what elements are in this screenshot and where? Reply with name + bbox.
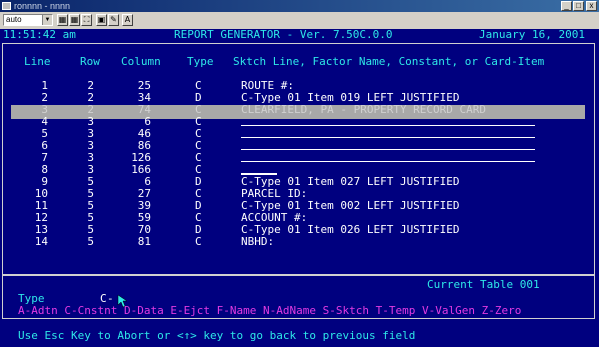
header-title: REPORT GENERATOR - Ver. 7.50C.0.0 [174,28,393,41]
mark-icon[interactable]: ▦ [57,14,68,26]
col-header-column: Column [121,55,161,68]
col-header-row: Row [80,55,100,68]
row-row-value: 5 [87,235,95,248]
row-line-number: 14 [34,235,49,248]
header-date: January 16, 2001 [479,28,585,41]
row-content-underline [241,137,535,138]
col-header-content: Sktch Line, Factor Name, Constant, or Ca… [233,55,545,68]
short-underline [241,174,277,175]
title-bar: ronnnn - nnnn _ □ x [0,0,599,12]
chevron-down-icon[interactable]: ▼ [42,15,52,25]
type-options: A-Adtn C-Cnstnt D-Data E-Ejct F-Name N-A… [18,304,522,317]
row-content-text: NBHD: [241,235,275,248]
row-content-underline [241,161,535,162]
copy-icon[interactable]: ▦ [69,14,80,26]
minimize-button[interactable]: _ [561,1,572,11]
row-content-underline [241,149,535,150]
fullscreen-icon[interactable]: ▣ [96,14,107,26]
application-window: ronnnn - nnnn _ □ x auto ▼ ▦ ▦ ⛶ ▣ ✎ A 1… [0,0,599,347]
col-header-line: Line [24,55,51,68]
paste-icon[interactable]: ⛶ [81,14,92,26]
window-title: ronnnn - nnnn [14,1,71,11]
row-type-value: C [195,235,202,248]
font-icon[interactable]: A [122,14,133,26]
maximize-button[interactable]: □ [573,1,584,11]
close-button[interactable]: x [586,1,597,11]
font-size-value: auto [6,15,22,24]
row-content-text: CLEARFIELD, PA - PROPERTY RECORD CARD [241,103,487,116]
row-content-underline [241,125,535,126]
properties-icon[interactable]: ✎ [108,14,119,26]
console-screen: 11:51:42 am REPORT GENERATOR - Ver. 7.50… [0,29,599,347]
current-table-label: Current Table 001 [425,278,542,291]
status-line: Use Esc Key to Abort or <↑> key to go ba… [18,329,416,342]
font-size-select[interactable]: auto ▼ [3,14,53,26]
system-menu-icon[interactable] [2,2,11,10]
header-time: 11:51:42 am [3,28,76,41]
row-column-value: 81 [137,235,152,248]
col-header-type: Type [187,55,214,68]
